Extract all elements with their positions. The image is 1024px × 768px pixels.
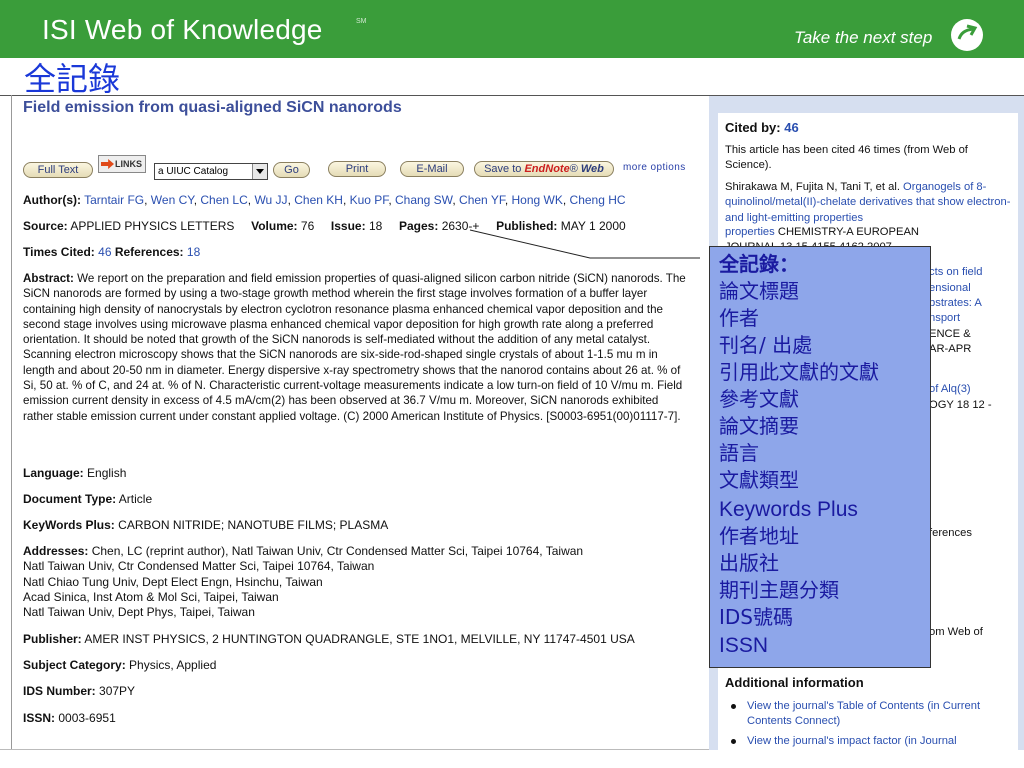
callout-item: 語言 [719, 441, 759, 465]
callout-item: 作者 [719, 306, 759, 330]
callout-item: IDS號碼 [719, 605, 793, 629]
callout-item: 出版社 [719, 551, 779, 575]
callout-item: 全記錄： [719, 252, 799, 276]
callout-item: 作者地址 [719, 524, 799, 548]
callout-item: 期刊主題分類 [719, 578, 839, 602]
callout-item: 參考文獻 [719, 387, 799, 411]
callout-item: 論文摘要 [719, 414, 799, 438]
callout-item: Keywords Plus [719, 498, 858, 521]
callout-item: 文獻類型 [719, 468, 799, 492]
callout-item: 刊名/ 出處 [719, 333, 813, 357]
callout-item: 引用此文獻的文獻 [719, 360, 879, 384]
slide: ISI Web of Knowledge SM Take the next st… [0, 0, 1024, 768]
callout-item: 論文標題 [719, 279, 799, 303]
callout-item: ISSN [719, 634, 769, 657]
